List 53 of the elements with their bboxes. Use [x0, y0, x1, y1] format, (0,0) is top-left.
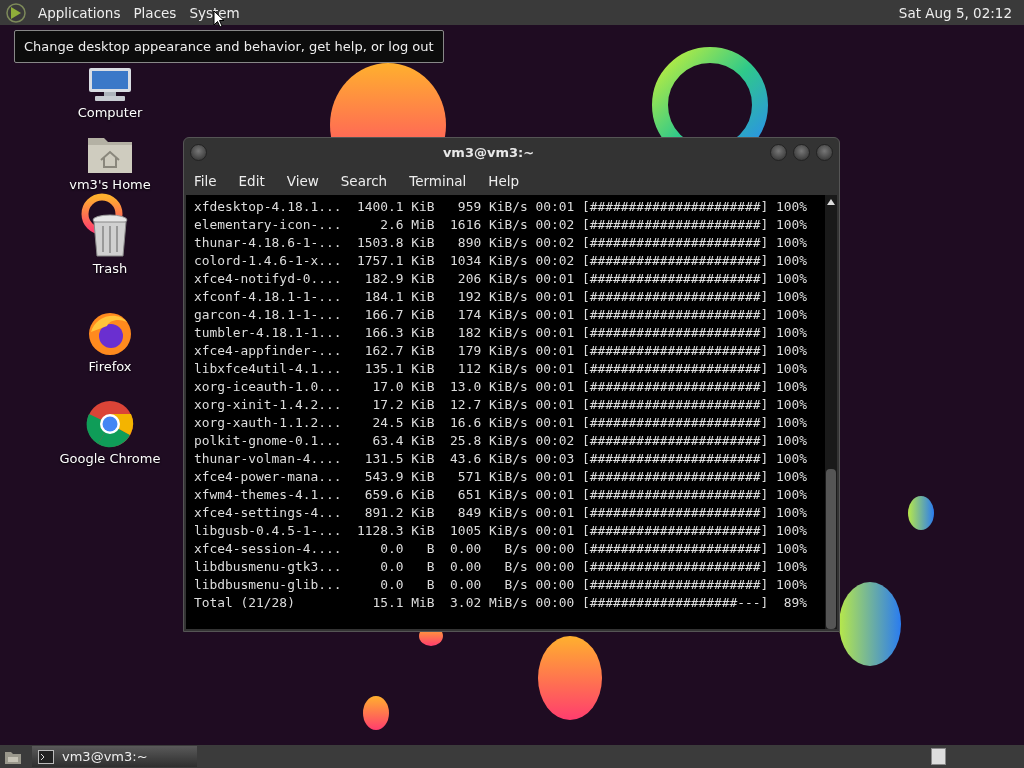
menu-item[interactable]: Search: [340, 173, 388, 189]
firefox-icon[interactable]: [87, 310, 133, 356]
workspace-switcher[interactable]: [931, 748, 946, 765]
logo-icon[interactable]: [5, 1, 27, 24]
terminal-icon: [38, 749, 54, 764]
terminal-line: tumbler-4.18.1-1... 166.3 KiB 182 KiB/s 00:01 [######################] 100%: [194, 324, 808, 342]
terminal-line: xorg-xauth-1.1.2... 24.5 KiB 16.6 KiB/s 00:01 [######################] 100%: [194, 414, 808, 432]
terminal-line: Total (21/28) 15.1 MiB 3.02 MiB/s 00:00 [###################---] 89%: [194, 594, 808, 612]
terminal-line: libdbusmenu-gtk3... 0.0 B 0.00 B/s 00:00 [######################] 100%: [194, 558, 808, 576]
panel-menu[interactable]: Places: [128, 4, 185, 21]
terminal-line: xfce4-session-4.... 0.0 B 0.00 B/s 00:00 [######################] 100%: [194, 540, 808, 558]
desktop-icon-label[interactable]: Google Chrome: [59, 451, 161, 466]
menu-item[interactable]: File: [194, 173, 217, 189]
tooltip: Change desktop appearance and behavior, get help, or log out: [14, 30, 444, 63]
menu-item[interactable]: Terminal: [409, 173, 467, 189]
terminal-line: xfdesktop-4.18.1... 1400.1 KiB 959 KiB/s 00:01 [######################] 100%: [194, 198, 808, 216]
terminal-line: thunar-4.18.6-1-... 1503.8 KiB 890 KiB/s 00:02 [######################] 100%: [194, 234, 808, 252]
terminal-line: colord-1.4.6-1-x... 1757.1 KiB 1034 KiB/s 00:02 [######################] 100%: [194, 252, 808, 270]
taskbar-button[interactable]: vm3@vm3:~: [32, 746, 197, 767]
terminal-line: libxfce4util-4.1... 135.1 KiB 112 KiB/s 00:01 [######################] 100%: [194, 360, 808, 378]
window-title: vm3@vm3:~: [441, 145, 536, 160]
trash-icon[interactable]: [91, 214, 129, 258]
desktop-icon-label[interactable]: vm3's Home: [69, 177, 151, 192]
menu-item[interactable]: View: [286, 173, 319, 189]
clock[interactable]: Sat Aug 5, 02:12: [898, 4, 1012, 21]
scrollbar[interactable]: [825, 195, 837, 629]
terminal-line: thunar-volman-4.... 131.5 KiB 43.6 KiB/s 00:03 [######################] 100%: [194, 450, 808, 468]
menu-item[interactable]: Help: [488, 173, 520, 189]
chrome-icon[interactable]: [86, 400, 134, 448]
terminal-line: libgusb-0.4.5-1-... 1128.3 KiB 1005 KiB/s 00:01 [######################] 100%: [194, 522, 808, 540]
minimize-button[interactable]: [770, 144, 787, 161]
scrollbar-thumb[interactable]: [826, 469, 836, 629]
terminal-line: xfce4-settings-4... 891.2 KiB 849 KiB/s 00:01 [######################] 100%: [194, 504, 808, 522]
desktop-icon-label[interactable]: Firefox: [88, 359, 132, 374]
terminal-line: xfce4-notifyd-0.... 182.9 KiB 206 KiB/s 00:01 [######################] 100%: [194, 270, 808, 288]
menu-item[interactable]: Edit: [238, 173, 265, 189]
terminal-line: libdbusmenu-glib... 0.0 B 0.00 B/s 00:00 [######################] 100%: [194, 576, 808, 594]
terminal-line: xorg-iceauth-1.0... 17.0 KiB 13.0 KiB/s 00:01 [######################] 100%: [194, 378, 808, 396]
desktop-icon-label[interactable]: Trash: [92, 261, 128, 276]
desktop-icon-label[interactable]: Computer: [77, 105, 143, 120]
terminal-line: xfce4-power-mana... 543.9 KiB 571 KiB/s 00:01 [######################] 100%: [194, 468, 808, 486]
terminal-line: polkit-gnome-0.1... 63.4 KiB 25.8 KiB/s 00:02 [######################] 100%: [194, 432, 808, 450]
terminal-line: xfce4-appfinder-... 162.7 KiB 179 KiB/s 00:01 [######################] 100%: [194, 342, 808, 360]
window-menu-button[interactable]: [190, 144, 207, 161]
terminal-line: garcon-4.18.1-1-... 166.7 KiB 174 KiB/s 00:01 [######################] 100%: [194, 306, 808, 324]
close-button[interactable]: [816, 144, 833, 161]
terminal-line: xfconf-4.18.1-1-... 184.1 KiB 192 KiB/s 00:01 [######################] 100%: [194, 288, 808, 306]
terminal-line: elementary-icon-... 2.6 MiB 1616 KiB/s 00:02 [######################] 100%: [194, 216, 808, 234]
scroll-up-arrow-icon[interactable]: [827, 199, 835, 205]
terminal-line: xorg-xinit-1.4.2... 17.2 KiB 12.7 KiB/s 00:01 [######################] 100%: [194, 396, 808, 414]
maximize-button[interactable]: [793, 144, 810, 161]
terminal-line: xfwm4-themes-4.1... 659.6 KiB 651 KiB/s 00:01 [######################] 100%: [194, 486, 808, 504]
panel-menu[interactable]: Applications: [33, 4, 129, 21]
